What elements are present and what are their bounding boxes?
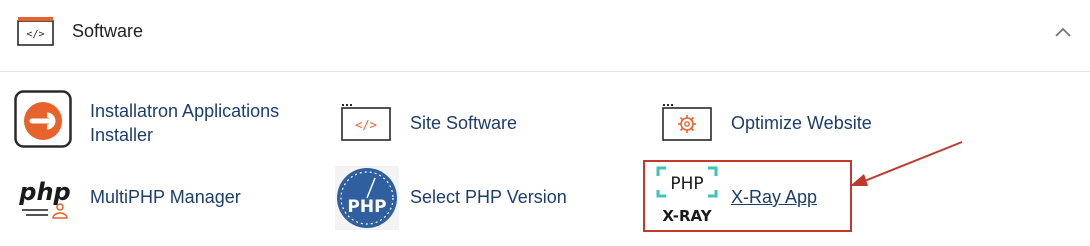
code-window-icon: </>: [17, 17, 54, 46]
site-software-link[interactable]: </> Site Software: [340, 100, 540, 144]
php-gauge-text: PHP: [347, 197, 386, 217]
section-title: Software: [72, 21, 144, 41]
multiphp-manager-link[interactable]: php MultiPHP Manager: [18, 176, 278, 224]
chevron-up-icon[interactable]: [1053, 24, 1073, 40]
highlight-box: [643, 160, 852, 232]
gear-window-icon: [662, 104, 712, 141]
software-section: </> Software Installatron Applications I…: [0, 0, 1090, 246]
php-user-icon: php: [18, 178, 71, 219]
php-gauge-icon: PHP: [335, 166, 399, 230]
site-software-label: Site Software: [410, 113, 518, 133]
section-header[interactable]: </> Software: [0, 0, 1090, 72]
code-window-icon: </>: [341, 104, 391, 141]
multiphp-manager-label: MultiPHP Manager: [90, 187, 241, 207]
installatron-icon: [14, 90, 72, 148]
optimize-website-label: Optimize Website: [731, 113, 872, 133]
svg-text:</>: </>: [355, 118, 377, 132]
php-icon-text: php: [18, 178, 70, 206]
annotation-arrow: [850, 141, 963, 186]
svg-text:</>: </>: [26, 29, 44, 40]
installatron-label-line2: Installer: [90, 125, 154, 145]
installatron-link[interactable]: Installatron Applications Installer: [14, 90, 314, 152]
select-php-version-link[interactable]: PHP Select PHP Version: [335, 166, 595, 230]
installatron-label-line1: Installatron Applications: [90, 101, 280, 121]
select-php-version-label: Select PHP Version: [410, 187, 567, 207]
